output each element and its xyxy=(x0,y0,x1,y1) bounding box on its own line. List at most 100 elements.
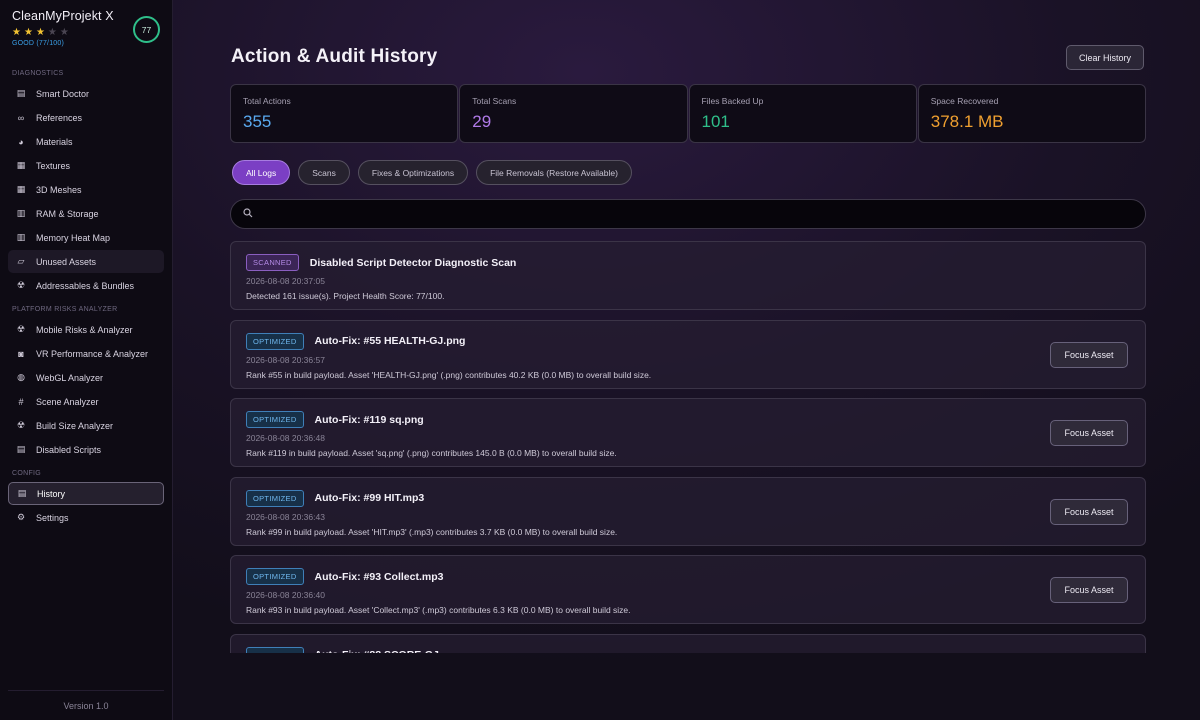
sidebar-item-label: References xyxy=(36,112,83,123)
log-header: OPTIMIZED Auto-Fix: #55 HEALTH-GJ.png xyxy=(246,332,1130,350)
folder-icon: ▱ xyxy=(17,256,25,266)
status-badge: OPTIMIZED xyxy=(246,489,304,507)
filter-all-logs[interactable]: All Logs xyxy=(232,160,291,185)
section-label-diagnostics: DIAGNOSTICS xyxy=(12,70,64,77)
log-entry: OPTIMIZED Auto-Fix: #93 Collect.mp3 2026-0… xyxy=(230,555,1146,624)
log-timestamp: 2026-08-08 20:36:43 xyxy=(246,511,325,522)
sidebar-item-3d-meshes[interactable]: ▦ 3D Meshes xyxy=(8,178,164,201)
star-icon: ★ xyxy=(47,27,60,38)
sidebar-item-settings[interactable]: ⚙ Settings xyxy=(8,506,164,529)
heatmap-icon: ▥ xyxy=(16,232,26,242)
log-timestamp: 2026-08-08 20:37:05 xyxy=(246,276,325,286)
star-icon: ★ xyxy=(35,27,48,38)
focus-asset-button[interactable]: Focus Asset xyxy=(1050,341,1128,368)
log-header: OPTIMIZED Auto-Fix: #88 SCORE-GJ xyxy=(246,646,1130,653)
log-timestamp: 2026-08-08 20:36:57 xyxy=(246,354,325,365)
sidebar-item-vr-performance-analyzer[interactable]: ◙ VR Performance & Analyzer xyxy=(8,342,164,365)
stat-value: 355 xyxy=(243,112,272,131)
log-header: OPTIMIZED Auto-Fix: #99 HIT.mp3 xyxy=(246,489,1130,507)
sidebar-item-label: Disabled Scripts xyxy=(36,444,102,455)
radiation-icon: ☢ xyxy=(16,324,26,334)
star-icon: ★ xyxy=(23,27,36,38)
log-description: Rank #99 in build payload. Asset 'HIT.mp… xyxy=(246,526,618,537)
focus-asset-button[interactable]: Focus Asset xyxy=(1050,498,1128,525)
mesh-icon: ▦ xyxy=(16,184,26,194)
sidebar-item-scene-analyzer[interactable]: # Scene Analyzer xyxy=(8,390,164,413)
sidebar-item-label: History xyxy=(37,488,66,499)
hash-icon: # xyxy=(18,396,24,407)
sidebar-item-mobile-risks-analyzer[interactable]: ☢ Mobile Risks & Analyzer xyxy=(8,318,164,341)
sidebar-item-label: Build Size Analyzer xyxy=(36,420,114,431)
star-icon: ★ xyxy=(12,27,24,38)
log-entry: OPTIMIZED Auto-Fix: #119 sq.png 2026-08-08… xyxy=(230,398,1146,467)
sidebar-item-label: Materials xyxy=(36,136,73,147)
sidebar-item-unused-assets[interactable]: ▱ Unused Assets xyxy=(8,250,164,273)
clear-history-button[interactable]: Clear History xyxy=(1066,45,1144,70)
sidebar-item-textures[interactable]: ▦ Textures xyxy=(8,154,164,177)
stat-label: Files Backed Up xyxy=(701,96,764,106)
radiation-icon: ☢ xyxy=(16,280,26,290)
log-timestamp: 2026-08-08 20:36:40 xyxy=(246,590,325,600)
sidebar-item-label: Smart Doctor xyxy=(36,88,90,99)
log-entry: OPTIMIZED Auto-Fix: #88 SCORE-GJ xyxy=(230,633,1146,653)
sidebar-item-history[interactable]: ▤ History xyxy=(8,482,164,505)
history-icon: ▤ xyxy=(17,488,27,498)
rating-label: GOOD (77/100) xyxy=(12,40,65,47)
filter-fixes-optimizations[interactable]: Fixes & Optimizations xyxy=(357,160,469,185)
document-icon: ▤ xyxy=(16,444,26,454)
radiation-icon: ☢ xyxy=(16,420,26,430)
sidebar-item-smart-doctor[interactable]: ▤ Smart Doctor xyxy=(8,82,164,105)
main-panel: Action & Audit History Clear History Tot… xyxy=(173,0,1200,720)
sidebar-item-build-size-analyzer[interactable]: ☢ Build Size Analyzer xyxy=(8,414,164,437)
sidebar-item-ram-storage[interactable]: ▥ RAM & Storage xyxy=(8,202,164,225)
stat-label: Space Recovered xyxy=(930,96,999,106)
health-score-ring: 77 xyxy=(133,16,160,43)
stats-row: Total Actions 355 Total Scans 29 Files B… xyxy=(230,84,1146,143)
version-label: Version 1.0 xyxy=(8,690,164,720)
page-title: Action & Audit History xyxy=(231,46,438,67)
sidebar-item-memory-heat-map[interactable]: ▥ Memory Heat Map xyxy=(8,226,164,249)
log-title: Auto-Fix: #99 HIT.mp3 xyxy=(314,492,425,504)
focus-asset-button[interactable]: Focus Asset xyxy=(1050,420,1128,446)
section-label-config: CONFIG xyxy=(12,470,42,477)
sidebar-item-label: Mobile Risks & Analyzer xyxy=(36,324,133,335)
sidebar-item-label: Unused Assets xyxy=(36,256,97,267)
log-list: SCANNED Disabled Script Detector Diagnost… xyxy=(230,241,1146,653)
sphere-icon: ◕ xyxy=(18,136,24,147)
status-badge: OPTIMIZED xyxy=(246,411,304,428)
log-title: Auto-Fix: #93 Collect.mp3 xyxy=(314,570,444,583)
search-input[interactable] xyxy=(263,208,1145,220)
sidebar-item-webgl-analyzer[interactable]: ◍ WebGL Analyzer xyxy=(8,366,164,389)
app-window: CleanMyProjekt X ★★★★★ GOOD (77/100) 77 … xyxy=(0,0,1200,720)
sidebar-item-label: 3D Meshes xyxy=(36,184,82,195)
log-header: SCANNED Disabled Script Detector Diagnost… xyxy=(246,254,1130,271)
status-badge: OPTIMIZED xyxy=(246,332,304,350)
sidebar-item-materials[interactable]: ◕ Materials xyxy=(8,130,164,153)
sidebar-item-label: WebGL Analyzer xyxy=(36,372,104,383)
filter-file-removals[interactable]: File Removals (Restore Available) xyxy=(476,160,632,185)
brand-block: CleanMyProjekt X ★★★★★ GOOD (77/100) 77 xyxy=(0,9,172,61)
log-timestamp: 2026-08-08 20:36:48 xyxy=(246,433,325,443)
sidebar-item-disabled-scripts[interactable]: ▤ Disabled Scripts xyxy=(8,438,164,461)
stat-card-total-actions: Total Actions 355 xyxy=(230,84,459,143)
grid-icon: ▦ xyxy=(16,160,26,170)
doctor-icon: ▤ xyxy=(16,88,26,98)
storage-icon: ▥ xyxy=(16,208,26,218)
sidebar-item-addressables-bundles[interactable]: ☢ Addressables & Bundles xyxy=(8,274,164,297)
sidebar-item-label: RAM & Storage xyxy=(36,208,99,219)
filter-scans[interactable]: Scans xyxy=(298,160,350,185)
stat-value: 101 xyxy=(701,112,730,131)
stat-card-space-recovered: Space Recovered 378.1 MB xyxy=(917,84,1146,143)
log-title: Auto-Fix: #55 HEALTH-GJ.png xyxy=(314,335,466,347)
sidebar-item-label: VR Performance & Analyzer xyxy=(36,348,149,359)
stat-value: 378.1 MB xyxy=(930,112,1004,131)
focus-asset-button[interactable]: Focus Asset xyxy=(1050,577,1128,603)
sidebar-item-references[interactable]: ∞ References xyxy=(8,106,164,129)
status-badge: SCANNED xyxy=(246,254,299,271)
search-bar[interactable] xyxy=(230,199,1146,229)
search-icon xyxy=(243,207,255,221)
vr-icon: ◙ xyxy=(18,348,24,359)
sidebar: CleanMyProjekt X ★★★★★ GOOD (77/100) 77 … xyxy=(0,0,173,720)
log-description: Rank #119 in build payload. Asset 'sq.pn… xyxy=(246,448,617,458)
status-badge: OPTIMIZED xyxy=(246,646,304,653)
